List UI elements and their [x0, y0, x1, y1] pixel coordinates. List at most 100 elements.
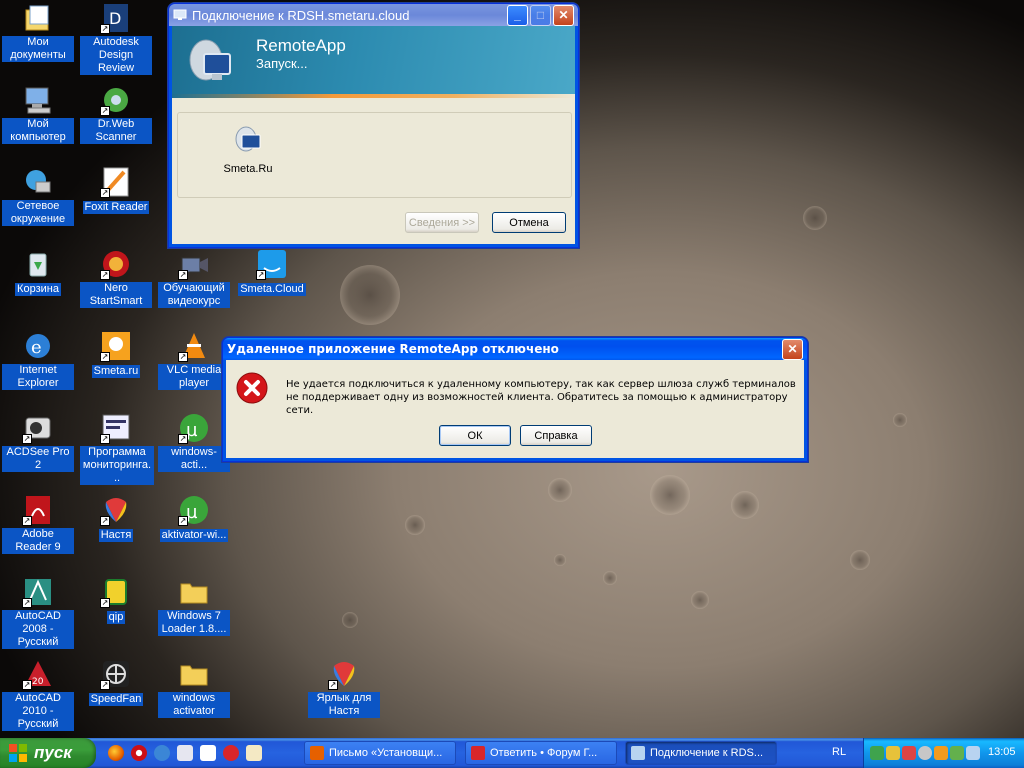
taskbar-button[interactable]: Ответить • Форум Г...	[465, 741, 617, 765]
remote-desktop-icon	[173, 8, 187, 22]
banner-title: RemoteApp	[256, 36, 346, 55]
document-icon[interactable]	[200, 745, 216, 761]
remoteapp-banner: RemoteApp Запуск...	[172, 26, 575, 98]
help-button[interactable]: Справка	[520, 425, 592, 446]
utorrent-icon: µ ↗	[178, 412, 210, 444]
error-dialog-titlebar[interactable]: Удаленное приложение RemoteApp отключено…	[223, 338, 807, 360]
tray-app-icon[interactable]	[886, 746, 900, 760]
shortcut-arrow-icon: ↗	[100, 680, 110, 690]
internet-explorer-icon[interactable]	[154, 745, 170, 761]
desktop-icon-label: Foxit Reader	[82, 201, 150, 214]
desktop-icon-label: qip	[106, 611, 126, 624]
drweb-scanner-icon: ↗	[100, 84, 132, 116]
desktop-icon[interactable]: µ ↗ aktivator-wi...	[158, 494, 230, 542]
tray-app-icon[interactable]	[950, 746, 964, 760]
desktop-icon-label: windows activator	[158, 692, 230, 718]
taskbar-button-label: Подключение к RDS...	[650, 747, 764, 759]
recycle-bin-icon	[22, 248, 54, 280]
desktop-icon-label: AutoCAD 2008 - Русский	[2, 610, 74, 649]
cancel-button[interactable]: Отмена	[492, 212, 566, 233]
desktop-icon[interactable]: ↗ qip	[80, 576, 152, 624]
desktop-icon[interactable]: µ ↗ windows-acti...	[158, 412, 230, 472]
remoteapp-window-title: Подключение к RDSH.smetaru.cloud	[192, 7, 410, 23]
desktop-icon-label: Обучающий видеокурс	[158, 282, 230, 308]
system-tray: 13:05	[863, 738, 1024, 768]
desktop-icon-label: Nero StartSmart	[80, 282, 152, 308]
remote-desktop-icon	[186, 34, 234, 90]
desktop-icon-label: Корзина	[15, 283, 61, 296]
smeta-cloud-icon: ↗	[256, 248, 288, 280]
remoteapp-window-body: RemoteApp Запуск... Smeta.Ru Сведения >>…	[172, 26, 575, 244]
close-button[interactable]: ✕	[553, 4, 574, 26]
desktop-icon[interactable]: ↗ Обучающий видеокурс	[158, 248, 230, 308]
svg-text:20: 20	[32, 677, 44, 687]
program-label: Smeta.Ru	[223, 163, 273, 175]
shortcut-arrow-icon: ↗	[100, 516, 110, 526]
network-icon[interactable]	[966, 746, 980, 760]
language-indicator[interactable]: RL	[832, 746, 846, 758]
desktop-icon[interactable]: windows activator	[158, 658, 230, 718]
paint-icon[interactable]	[246, 745, 262, 761]
close-button[interactable]: ✕	[782, 338, 803, 360]
taskbar-button[interactable]: Подключение к RDS...	[625, 741, 777, 765]
desktop-icon[interactable]: ↗ Настя	[80, 494, 152, 542]
shortcut-arrow-icon: ↗	[22, 680, 32, 690]
desktop-icon[interactable]: Мои документы	[2, 2, 74, 62]
desktop-icon-label: Dr.Web Scanner	[80, 118, 152, 144]
desktop-icon[interactable]: Корзина	[2, 248, 74, 296]
autodesk-design-review-icon: D ↗	[100, 2, 132, 34]
network-places-icon	[22, 166, 54, 198]
desktop-icon[interactable]: D ↗ Autodesk Design Review	[80, 2, 152, 75]
desktop-icon-label: VLC media player	[158, 364, 230, 390]
taskbar-button[interactable]: Письмо «Установщи...	[304, 741, 456, 765]
clock[interactable]: 13:05	[988, 746, 1016, 758]
desktop-icon[interactable]: ↗ VLC media player	[158, 330, 230, 390]
my-documents-icon	[22, 2, 54, 34]
tray-app-icon[interactable]	[934, 746, 948, 760]
desktop-icon[interactable]: ↗ Ярлык для Настя	[308, 658, 380, 718]
maximize-button[interactable]: □	[530, 4, 551, 26]
desktop-icon[interactable]: ↗ Программа мониторинга...	[80, 412, 154, 485]
desktop-icon[interactable]: ↗ Dr.Web Scanner	[80, 84, 152, 144]
minimize-button[interactable]: _	[507, 4, 528, 26]
details-button[interactable]: Сведения >>	[405, 212, 479, 233]
my-computer-icon	[22, 84, 54, 116]
shortcut-arrow-icon: ↗	[100, 434, 110, 444]
desktop-icon[interactable]: e Internet Explorer	[2, 330, 74, 390]
desktop-icon[interactable]: 20 ↗ AutoCAD 2010 - Русский	[2, 658, 74, 731]
shortcut-arrow-icon: ↗	[178, 516, 188, 526]
desktop-icon[interactable]: Мой компьютер	[2, 84, 74, 144]
desktop-icon[interactable]: ↗ Adobe Reader 9	[2, 494, 74, 554]
yandex-browser-icon[interactable]	[223, 745, 239, 761]
shortcut-arrow-icon: ↗	[256, 270, 266, 280]
tray-app-icon[interactable]	[918, 746, 932, 760]
desktop-icon[interactable]: ↗ Foxit Reader	[80, 166, 152, 214]
svg-text:e: e	[31, 337, 42, 358]
acdsee-icon: ↗	[22, 412, 54, 444]
shortcut-arrow-icon: ↗	[100, 188, 110, 198]
desktop-icon[interactable]: ↗ Smeta.ru	[80, 330, 152, 378]
error-dialog-title: Удаленное приложение RemoteApp отключено	[227, 342, 559, 356]
error-dialog-body: Не удается подключиться к удаленному ком…	[226, 360, 804, 458]
desktop-icon-label: Настя	[98, 529, 134, 542]
shortcut-arrow-icon: ↗	[178, 434, 188, 444]
tray-app-icon[interactable]	[902, 746, 916, 760]
desktop-icon[interactable]: ↗ ACDSee Pro 2	[2, 412, 74, 472]
folder-icon	[178, 658, 210, 690]
show-desktop-icon[interactable]	[177, 745, 193, 761]
desktop-icon[interactable]: ↗ Smeta.Cloud	[236, 248, 308, 296]
remoteapp-window-titlebar[interactable]: Подключение к RDSH.smetaru.cloud _ □ ✕	[169, 4, 578, 26]
desktop-icon[interactable]: ↗ AutoCAD 2008 - Русский	[2, 576, 74, 649]
desktop-icon[interactable]: ↗ SpeedFan	[80, 658, 152, 706]
firefox-icon[interactable]	[108, 745, 124, 761]
start-button[interactable]: пуск	[0, 738, 96, 768]
opera-icon[interactable]	[131, 745, 147, 761]
shortcut-arrow-icon: ↗	[100, 352, 110, 362]
remoteapp-connection-window: Подключение к RDSH.smetaru.cloud _ □ ✕ R…	[168, 3, 579, 248]
ok-button[interactable]: ОК	[439, 425, 511, 446]
tray-app-icon[interactable]	[870, 746, 884, 760]
desktop-icon[interactable]: Сетевое окружение	[2, 166, 74, 226]
desktop-icon-label: Ярлык для Настя	[308, 692, 380, 718]
desktop-icon[interactable]: Windows 7 Loader 1.8....	[158, 576, 230, 636]
desktop-icon[interactable]: ↗ Nero StartSmart	[80, 248, 152, 308]
